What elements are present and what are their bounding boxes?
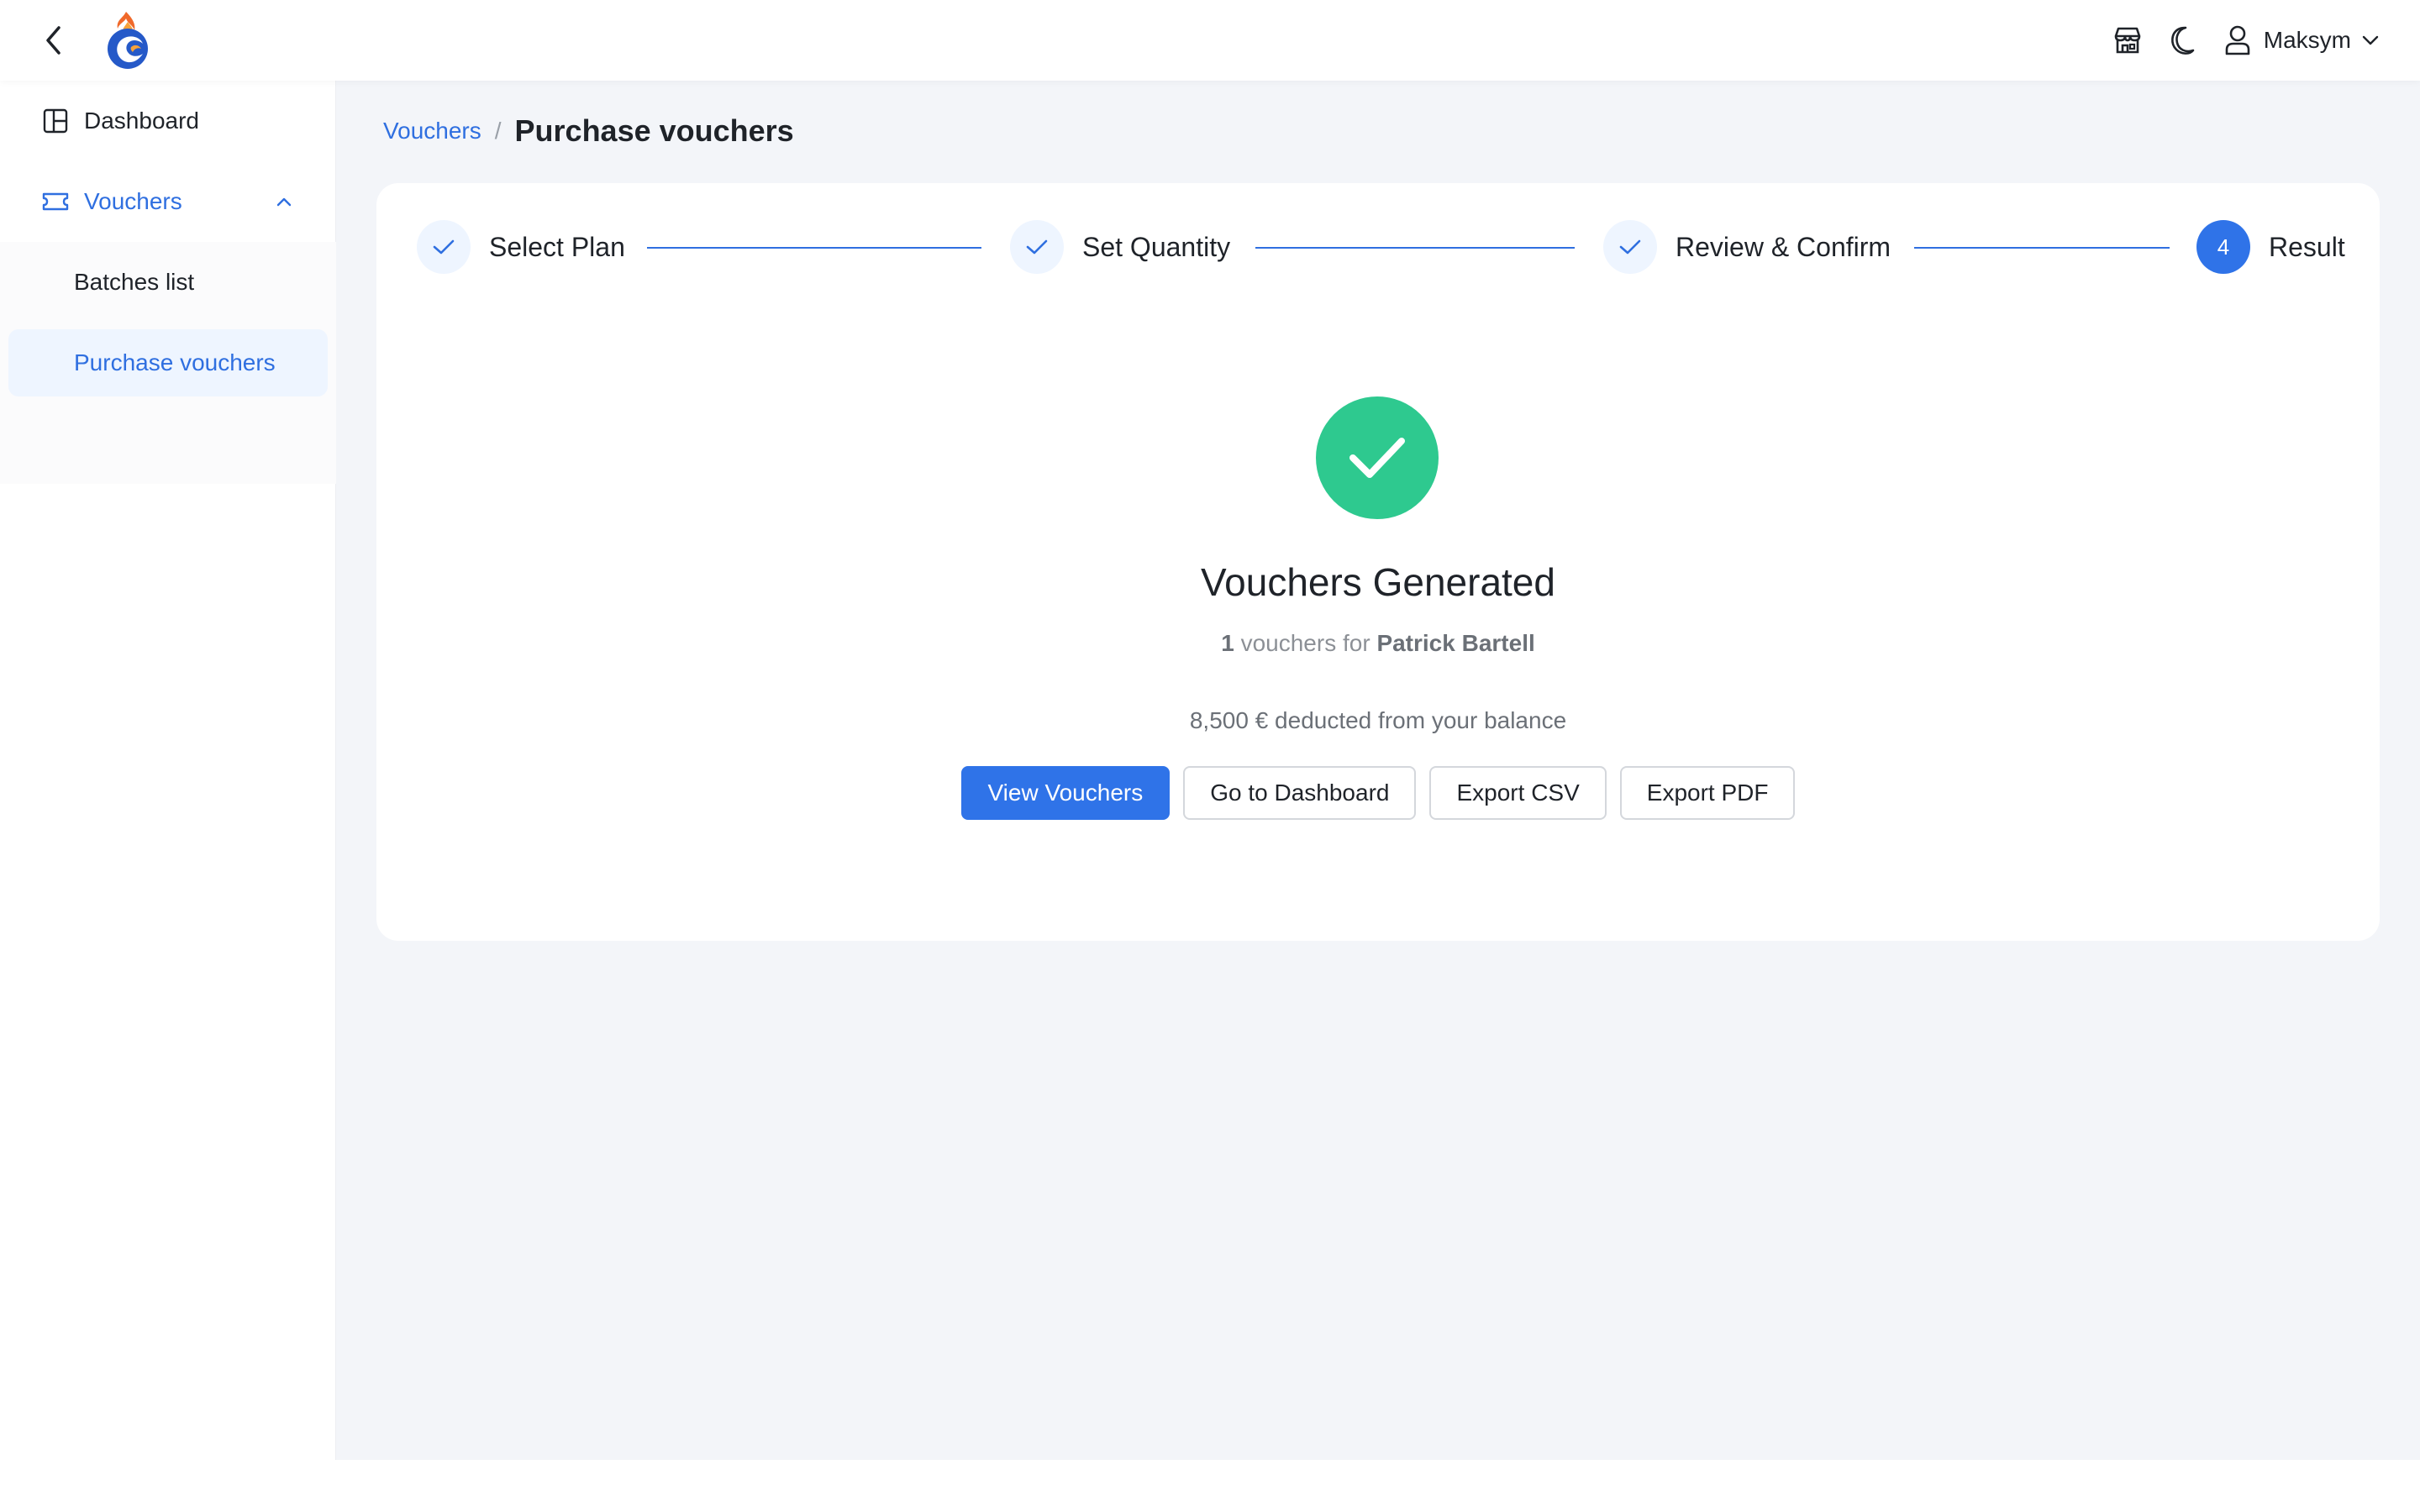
- moon-icon[interactable]: [2166, 24, 2200, 57]
- purchase-result-card: Select Plan Set Quantity Review & Confir…: [376, 183, 2380, 941]
- step-number: 4: [2196, 220, 2250, 274]
- sidebar-item-batches-list[interactable]: Batches list: [8, 249, 328, 316]
- footer-strip: [0, 1460, 2420, 1512]
- check-icon: [1010, 220, 1064, 274]
- sidebar-item-label: Batches list: [74, 269, 195, 295]
- go-to-dashboard-button[interactable]: Go to Dashboard: [1183, 766, 1417, 820]
- export-csv-button[interactable]: Export CSV: [1429, 766, 1607, 820]
- store-icon[interactable]: [2111, 24, 2144, 57]
- top-header: Maksym: [0, 0, 2420, 81]
- step-title: Select Plan: [489, 231, 625, 262]
- user-name: Maksym: [2263, 27, 2351, 53]
- page-title: Purchase vouchers: [514, 113, 794, 148]
- recipient-name: Patrick Bartell: [1376, 630, 1535, 656]
- back-arrow-icon: [46, 26, 60, 55]
- result-actions: View Vouchers Go to Dashboard Export CSV…: [376, 766, 2380, 820]
- check-icon: [1603, 220, 1657, 274]
- sidebar-item-vouchers[interactable]: Vouchers: [8, 168, 328, 235]
- breadcrumb-link-vouchers[interactable]: Vouchers: [383, 118, 481, 144]
- voucher-count: 1: [1221, 630, 1234, 656]
- sidebar-item-label: Dashboard: [84, 108, 199, 134]
- step-set-quantity: Set Quantity: [1010, 220, 1230, 274]
- result-subtitle: 1 vouchers for Patrick Bartell: [376, 630, 2380, 657]
- sidebar-item-label: Vouchers: [84, 188, 182, 214]
- ticket-icon: [40, 186, 71, 217]
- user-icon: [2225, 25, 2250, 55]
- balance-deduction-text: 8,500 € deducted from your balance: [1189, 707, 1567, 733]
- breadcrumb: Vouchers / Purchase vouchers: [383, 113, 794, 150]
- voucher-count-suffix: vouchers for: [1240, 630, 1370, 656]
- chevron-down-icon: [2362, 35, 2379, 45]
- user-menu[interactable]: Maksym: [2222, 24, 2380, 57]
- step-connector: [1914, 247, 2170, 249]
- view-vouchers-button[interactable]: View Vouchers: [960, 766, 1171, 820]
- sidebar: Dashboard Vouchers Batches list Purchase…: [0, 81, 336, 1460]
- result-title: Vouchers Generated: [1201, 560, 1555, 604]
- step-review-confirm: Review & Confirm: [1603, 220, 1891, 274]
- chevron-up-icon: [272, 190, 296, 213]
- step-result: 4 Result: [2196, 220, 2345, 274]
- sidebar-item-label: Purchase vouchers: [74, 349, 276, 375]
- sidebar-item-purchase-vouchers[interactable]: Purchase vouchers: [8, 329, 328, 396]
- sidebar-item-dashboard[interactable]: Dashboard: [8, 87, 328, 155]
- breadcrumb-separator: /: [494, 118, 502, 144]
- step-title: Result: [2269, 231, 2345, 262]
- export-pdf-button[interactable]: Export PDF: [1619, 766, 1796, 820]
- step-connector: [1255, 247, 1575, 249]
- step-connector: [647, 247, 981, 249]
- back-button[interactable]: [37, 22, 71, 59]
- step-title: Review & Confirm: [1676, 231, 1891, 262]
- app-logo[interactable]: [101, 10, 155, 71]
- dashboard-icon: [40, 106, 71, 136]
- success-check-icon: [1316, 396, 1439, 519]
- step-select-plan: Select Plan: [417, 220, 625, 274]
- step-title: Set Quantity: [1082, 231, 1231, 262]
- check-icon: [417, 220, 471, 274]
